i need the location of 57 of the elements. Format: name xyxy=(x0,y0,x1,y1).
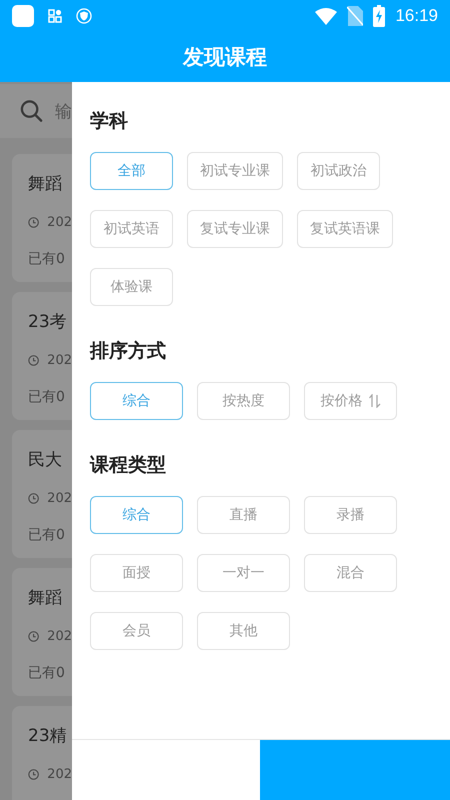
clock-icon xyxy=(28,630,40,643)
course-card[interactable]: 民大 202 已有0 xyxy=(12,430,72,558)
confirm-button[interactable] xyxy=(260,740,450,800)
filter-chip[interactable]: 初试政治 xyxy=(297,152,380,190)
course-card[interactable]: 23精 202 xyxy=(12,706,72,800)
filter-chip[interactable]: 全部 xyxy=(90,152,173,190)
filter-chip[interactable]: 一对一 xyxy=(197,554,290,592)
no-sim-icon xyxy=(347,6,364,26)
course-card[interactable]: 舞蹈 202 已有0 xyxy=(12,568,72,696)
enrolled-count: 已有0 xyxy=(28,250,66,268)
clock-icon xyxy=(28,492,40,505)
search-icon xyxy=(20,99,43,123)
enrolled-count: 已有0 xyxy=(28,664,66,682)
course-date: 202 xyxy=(47,353,72,368)
course-title: 舞蹈 xyxy=(28,587,63,609)
clock-icon xyxy=(28,354,40,367)
filter-chip[interactable]: 复试英语课 xyxy=(297,210,393,248)
filter-chip[interactable]: 综合 xyxy=(90,382,183,420)
filter-chip[interactable]: 直播 xyxy=(197,496,290,534)
filter-chip[interactable]: 其他 xyxy=(197,612,290,650)
wifi-icon xyxy=(315,7,338,25)
clock-icon xyxy=(28,216,40,229)
section-title: 学科 xyxy=(90,109,129,134)
course-card[interactable]: 舞蹈 202 已有0 xyxy=(12,154,72,282)
filter-chip[interactable]: 按热度 xyxy=(197,382,290,420)
course-card[interactable]: 23考 202 已有0 xyxy=(12,292,72,420)
filter-chip[interactable]: 初试英语 xyxy=(90,210,173,248)
page-title: 发现课程 xyxy=(183,44,267,71)
clock-time: 16:19 xyxy=(395,6,438,26)
grid-icon xyxy=(48,9,62,23)
search-placeholder: 输 xyxy=(55,100,72,122)
enrolled-count: 已有0 xyxy=(28,526,66,544)
filter-chip[interactable]: 面授 xyxy=(90,554,183,592)
course-date: 202 xyxy=(47,215,72,230)
filter-chip[interactable]: 会员 xyxy=(90,612,183,650)
filter-chip[interactable]: 体验课 xyxy=(90,268,173,306)
filter-chip[interactable]: 初试专业课 xyxy=(187,152,283,190)
filter-chip[interactable]: 录播 xyxy=(304,496,397,534)
search-field[interactable]: 输 xyxy=(0,84,72,138)
section-title: 课程类型 xyxy=(90,453,167,478)
enrolled-count: 已有0 xyxy=(28,388,66,406)
filter-chip[interactable]: 混合 xyxy=(304,554,397,592)
course-title: 23精 xyxy=(28,725,68,747)
app-icon xyxy=(12,5,34,27)
course-date: 202 xyxy=(47,629,72,644)
course-title: 23考 xyxy=(28,311,68,333)
course-date: 202 xyxy=(47,767,72,782)
filter-chip[interactable]: 综合 xyxy=(90,496,183,534)
filter-chip[interactable]: 按价格 xyxy=(304,382,397,420)
course-title: 舞蹈 xyxy=(28,173,63,195)
filter-chip[interactable]: 复试专业课 xyxy=(187,210,283,248)
battery-charging-icon xyxy=(373,5,386,27)
course-title: 民大 xyxy=(28,449,63,471)
clock-icon xyxy=(28,768,40,781)
shield-icon xyxy=(76,8,92,24)
section-title: 排序方式 xyxy=(90,339,167,364)
course-date: 202 xyxy=(47,491,72,506)
